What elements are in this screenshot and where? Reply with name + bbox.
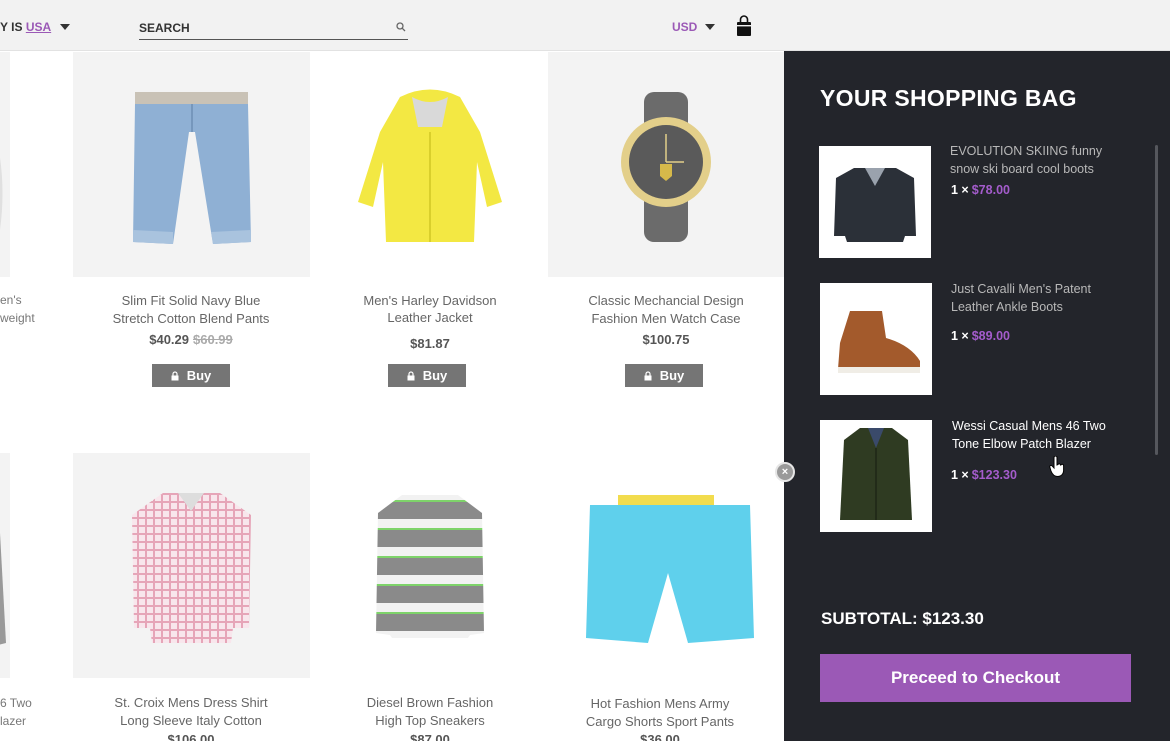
product-name-line[interactable]: Slim Fit Solid Navy Blue xyxy=(73,292,309,310)
product-price: $106.00 xyxy=(73,732,309,741)
quantity: 1 × xyxy=(951,468,969,482)
bag-item-price: $123.30 xyxy=(971,468,1017,482)
bag-item-qty: 1 × $78.00 xyxy=(951,183,1010,197)
product-image[interactable] xyxy=(312,453,548,678)
buy-button-label: Buy xyxy=(422,368,448,383)
buy-button[interactable]: Buy xyxy=(388,364,466,387)
country-link[interactable]: USA xyxy=(26,20,51,34)
product-name-line[interactable]: Classic Mechancial Design xyxy=(548,292,784,310)
product-name-line: en's xyxy=(0,293,22,307)
currency-selector[interactable]: USD xyxy=(672,20,697,34)
bag-item-name-line[interactable]: Just Cavalli Men's Patent xyxy=(951,280,1126,298)
subtotal: SUBTOTAL: $123.30 xyxy=(821,609,984,628)
sale-price: $100.75 xyxy=(642,332,690,347)
product-price: $100.75 xyxy=(548,332,784,347)
bag-item-name-line[interactable]: Wessi Casual Mens 46 Two xyxy=(952,417,1127,435)
search-bar xyxy=(139,18,408,40)
bag-item-price: $89.00 xyxy=(971,329,1010,343)
product-name-line: weight xyxy=(0,311,35,325)
hand-cursor-icon xyxy=(1049,456,1065,478)
bag-title: YOUR SHOPPING BAG xyxy=(820,85,1077,111)
product-name-line[interactable]: Fashion Men Watch Case xyxy=(548,310,784,328)
top-bar: Y IS USA USD xyxy=(0,0,1170,51)
shopping-bag-panel: YOUR SHOPPING BAG EVOLUTION SKIING funny… xyxy=(784,51,1170,741)
bag-item-name-line[interactable]: snow ski board cool boots xyxy=(950,160,1125,178)
buy-button-label: Buy xyxy=(186,368,212,383)
chevron-down-icon[interactable] xyxy=(60,24,70,30)
quantity: 1 × xyxy=(951,183,969,197)
lock-icon xyxy=(407,370,415,380)
shopping-bag-icon[interactable] xyxy=(736,15,752,37)
product-name-line: lazer xyxy=(0,714,27,728)
sale-price: $106.00 xyxy=(167,732,215,741)
product-image[interactable] xyxy=(548,453,784,678)
product-image[interactable] xyxy=(0,52,10,277)
bag-item-name-line[interactable]: Tone Elbow Patch Blazer xyxy=(952,435,1127,453)
buy-button[interactable]: Buy xyxy=(152,364,230,387)
bag-item-price: $78.00 xyxy=(971,183,1010,197)
buy-button-label: Buy xyxy=(659,368,685,383)
product-price: $36.00 xyxy=(542,732,778,741)
bag-item-qty: 1 × $123.30 xyxy=(951,468,1017,482)
sale-price: $36.00 xyxy=(640,732,680,741)
product-image[interactable] xyxy=(548,52,784,277)
product-name-line[interactable]: Men's Harley Davidson xyxy=(312,292,548,310)
bag-item-name-line[interactable]: EVOLUTION SKIING funny xyxy=(950,142,1125,160)
product-name-line[interactable]: Stretch Cotton Blend Pants xyxy=(73,310,309,328)
product-name-line: 6 Two xyxy=(0,696,32,710)
original-price: $60.99 xyxy=(193,332,233,347)
bag-item-name-line[interactable]: Leather Ankle Boots xyxy=(951,298,1126,316)
quantity: 1 × xyxy=(951,329,969,343)
product-image[interactable] xyxy=(73,52,310,277)
bag-scrollbar[interactable] xyxy=(1155,145,1158,455)
product-name-line[interactable]: Cargo Shorts Sport Pants xyxy=(542,713,778,731)
bag-item-image[interactable] xyxy=(820,283,932,395)
product-name-line[interactable]: High Top Sneakers xyxy=(312,712,548,730)
product-name-line[interactable]: Diesel Brown Fashion xyxy=(312,694,548,712)
search-icon[interactable] xyxy=(396,22,406,32)
bag-item-image[interactable] xyxy=(820,420,932,532)
lock-icon xyxy=(171,370,179,380)
buy-button[interactable]: Buy xyxy=(625,364,703,387)
product-name-line[interactable]: Leather Jacket xyxy=(312,309,548,327)
product-name-line[interactable]: Hot Fashion Mens Army xyxy=(542,695,778,713)
product-name-line[interactable]: Long Sleeve Italy Cotton xyxy=(73,712,309,730)
product-price: $40.29 $60.99 xyxy=(73,332,309,347)
product-image[interactable] xyxy=(312,52,548,277)
product-image[interactable] xyxy=(73,453,310,678)
product-price: $87.00 xyxy=(312,732,548,741)
page: Y IS USA USD en's weight 6 Two xyxy=(0,0,1170,741)
lock-icon xyxy=(644,370,652,380)
checkout-button[interactable]: Preceed to Checkout xyxy=(820,654,1131,702)
product-price: $81.87 xyxy=(312,336,548,351)
search-input[interactable] xyxy=(139,18,379,38)
close-icon[interactable]: × xyxy=(775,462,795,482)
sale-price: $81.87 xyxy=(410,336,450,351)
bag-item-image[interactable] xyxy=(819,146,931,258)
country-selector[interactable]: Y IS USA xyxy=(0,20,51,34)
product-image[interactable] xyxy=(0,453,10,678)
bag-item-qty: 1 × $89.00 xyxy=(951,329,1010,343)
product-name-line[interactable]: St. Croix Mens Dress Shirt xyxy=(73,694,309,712)
chevron-down-icon[interactable] xyxy=(705,24,715,30)
sale-price: $87.00 xyxy=(410,732,450,741)
country-prefix: Y IS xyxy=(0,20,23,34)
sale-price: $40.29 xyxy=(149,332,189,347)
